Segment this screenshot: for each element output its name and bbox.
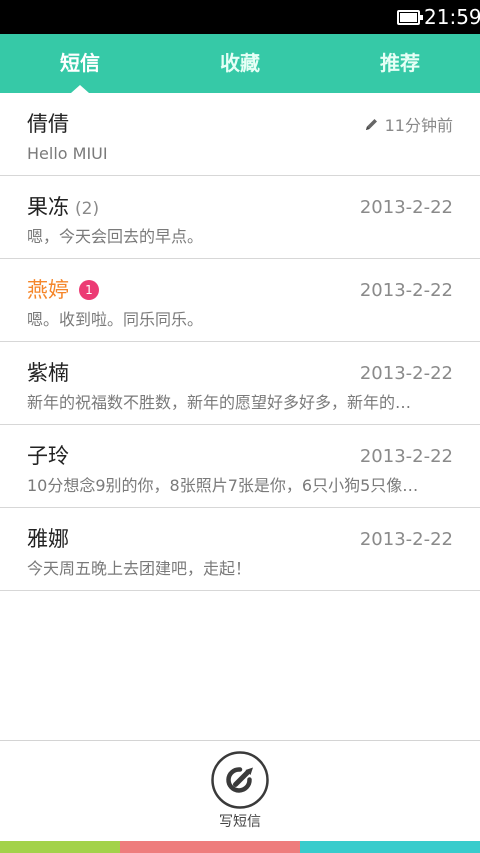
contact-name-line: 燕婷 1: [27, 276, 99, 304]
conversation-row[interactable]: 燕婷 1 2013-2-22 嗯。收到啦。同乐同乐。: [0, 259, 480, 342]
bottom-action-bar: 写短信: [0, 740, 480, 841]
color-strip: [0, 841, 480, 853]
contact-name: 燕婷: [27, 278, 69, 302]
contact-name: 紫楠: [27, 361, 69, 385]
tab-recommended[interactable]: 推荐: [320, 34, 480, 93]
conversation-time: 2013-2-22: [359, 529, 453, 550]
conversation-row[interactable]: 紫楠 2013-2-22 新年的祝福数不胜数，新年的愿望好多好多，新年的…: [0, 342, 480, 425]
tab-favorites[interactable]: 收藏: [160, 34, 320, 93]
conversation-time: 2013-2-22: [359, 280, 453, 301]
compose-icon: [211, 751, 269, 809]
color-strip-red: [120, 841, 300, 853]
message-count: (2): [75, 199, 100, 219]
pencil-icon: [365, 119, 377, 130]
contact-name: 果冻: [27, 195, 69, 219]
contact-name: 子玲: [27, 444, 69, 468]
conversation-row[interactable]: 果冻 (2) 2013-2-22 嗯，今天会回去的早点。: [0, 176, 480, 259]
message-preview: 嗯。收到啦。同乐同乐。: [27, 310, 204, 329]
unread-badge: 1: [79, 280, 99, 300]
active-tab-indicator: [71, 85, 89, 93]
color-strip-teal: [300, 841, 480, 853]
contact-name-line: 果冻 (2): [27, 193, 99, 223]
color-strip-green: [0, 841, 120, 853]
status-clock: 21:59: [424, 5, 480, 29]
conversation-row[interactable]: 雅娜 2013-2-22 今天周五晚上去团建吧，走起！: [0, 508, 480, 591]
conversation-list: 倩倩 11分钟前 Hello MIUI 果冻 (2) 2013-2-22 嗯，今天…: [0, 93, 480, 591]
battery-full-icon: [397, 10, 423, 25]
message-preview: 新年的祝福数不胜数，新年的愿望好多好多，新年的…: [27, 393, 412, 412]
message-preview: 今天周五晚上去团建吧，走起！: [27, 559, 252, 578]
status-bar: 21:59: [0, 0, 480, 34]
message-preview: 嗯，今天会回去的早点。: [27, 227, 204, 246]
message-preview: Hello MIUI: [27, 144, 108, 163]
conversation-time: 11分钟前: [364, 114, 453, 138]
conversation-time-text: 11分钟前: [384, 116, 453, 135]
contact-name: 倩倩: [27, 112, 69, 136]
message-preview: 10分想念9别的你，8张照片7张是你，6只小狗5只像…: [27, 476, 419, 495]
conversation-time: 2013-2-22: [359, 363, 453, 384]
conversation-row[interactable]: 子玲 2013-2-22 10分想念9别的你，8张照片7张是你，6只小狗5只像…: [0, 425, 480, 508]
compose-button[interactable]: 写短信: [210, 751, 270, 833]
conversation-time: 2013-2-22: [359, 197, 453, 218]
conversation-row[interactable]: 倩倩 11分钟前 Hello MIUI: [0, 93, 480, 176]
contact-name: 雅娜: [27, 527, 69, 551]
compose-label: 写短信: [219, 814, 261, 830]
conversation-time: 2013-2-22: [359, 446, 453, 467]
